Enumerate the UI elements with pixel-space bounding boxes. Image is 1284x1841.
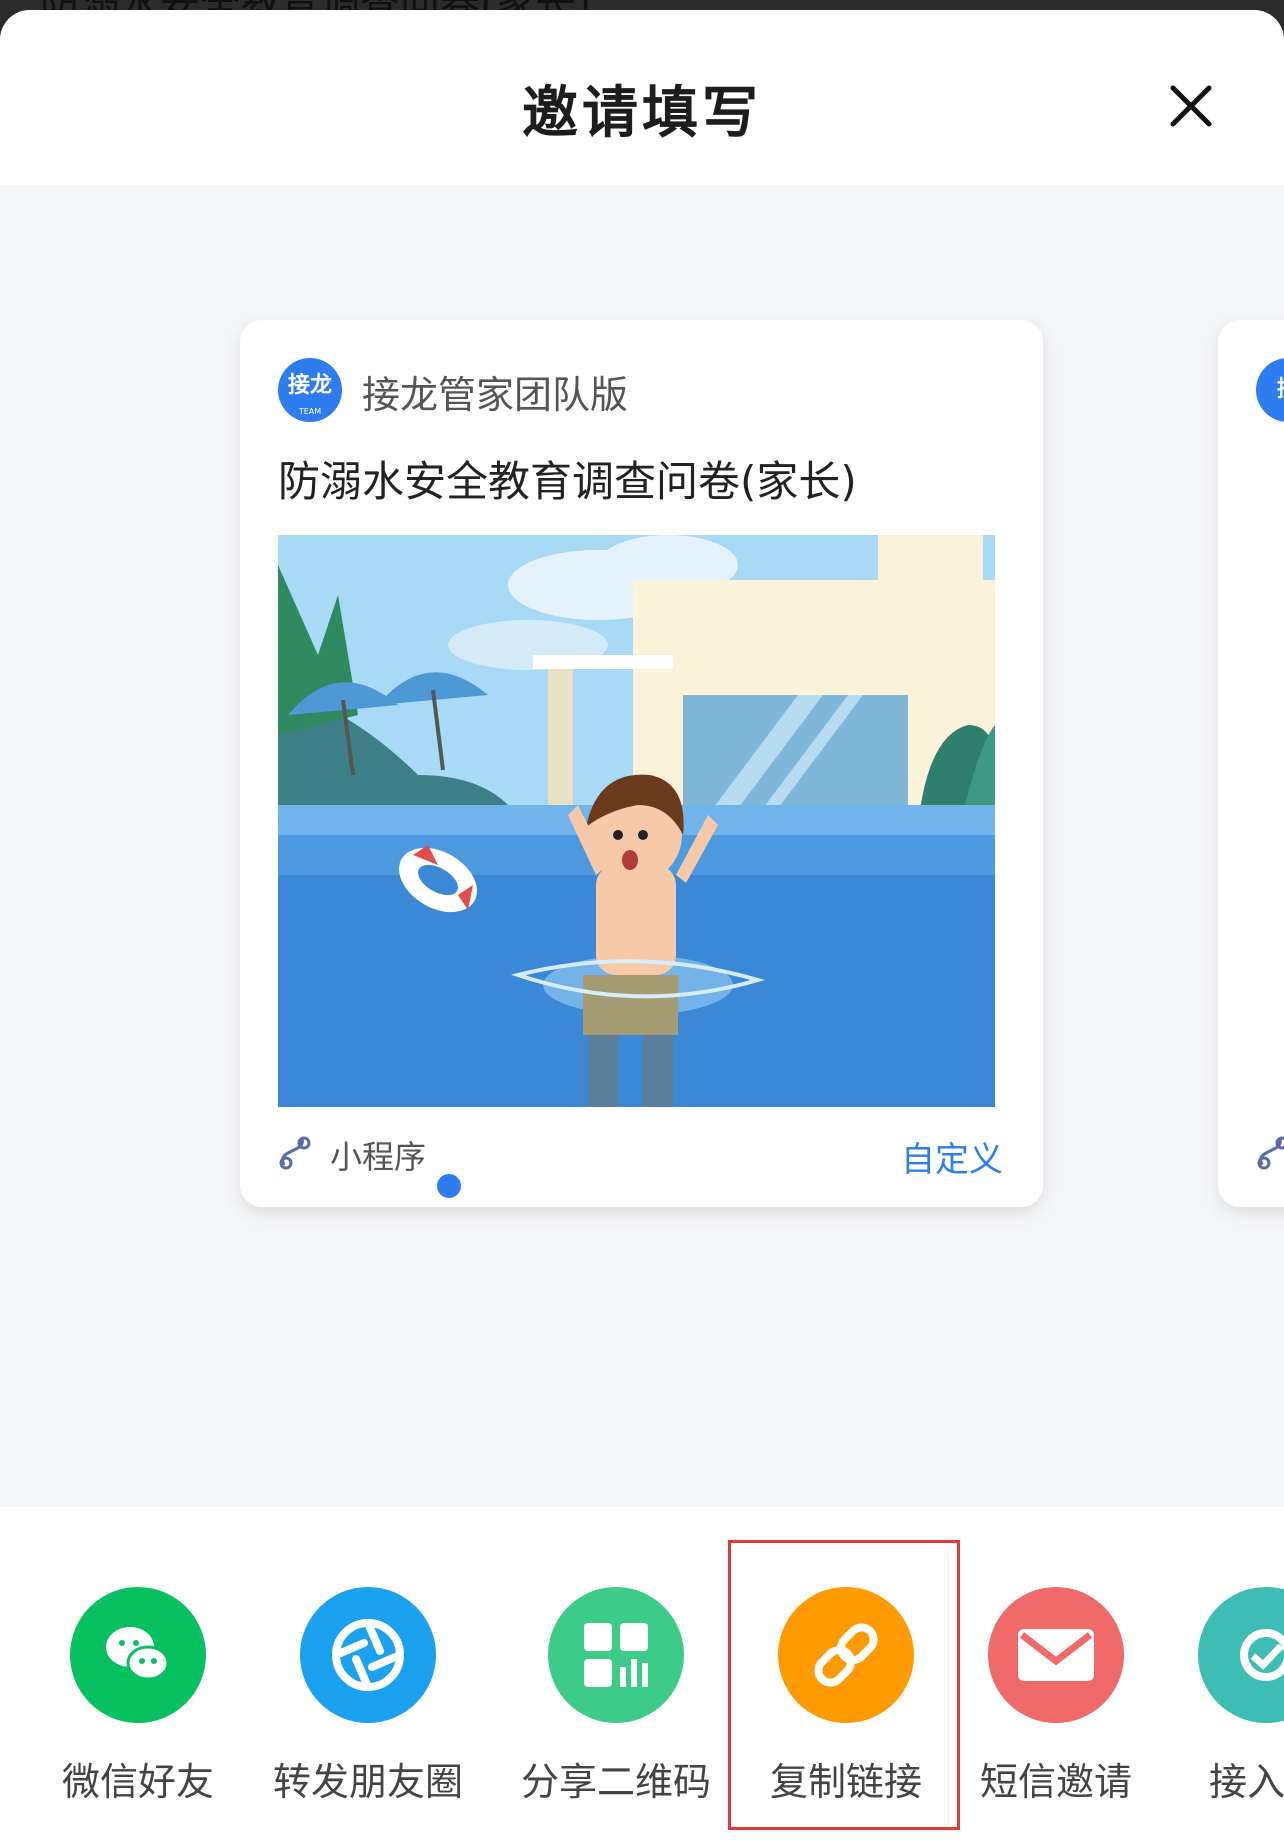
- mini-program-icon: [279, 1136, 311, 1170]
- connect-icon: [1198, 1587, 1284, 1723]
- app-logo: 接龙 TEAM: [278, 358, 342, 422]
- pagination-dot[interactable]: [725, 1174, 749, 1198]
- invite-sheet: 邀请填写 接龙 TEAM 接龙管家团队版 防溺水安全教育调查问卷(家长) 小程序…: [0, 10, 1284, 1841]
- sheet-title: 邀请填写: [522, 81, 762, 146]
- mini-program-icon: [1257, 1136, 1284, 1170]
- sheet-header: 邀请填写: [0, 10, 1284, 185]
- mini-program-label: 小程序: [330, 1138, 427, 1176]
- carousel-pagination: [0, 1174, 1284, 1204]
- pagination-dot[interactable]: [629, 1174, 653, 1198]
- share-label: 转发朋友圈: [272, 1760, 463, 1804]
- pagination-dot[interactable]: [821, 1174, 845, 1198]
- qrcode-icon: [548, 1587, 684, 1723]
- share-card-carousel[interactable]: 接龙 TEAM 接龙管家团队版 防溺水安全教育调查问卷(家长) 小程序 自定义: [0, 185, 1284, 1515]
- share-actions-bar: 微信好友 转发朋友圈 分享二维码 复制链接 短信邀请 接入: [0, 1507, 1284, 1841]
- pagination-dot[interactable]: [437, 1174, 461, 1198]
- share-qrcode-button[interactable]: 分享二维码: [516, 1587, 716, 1807]
- app-name: 接龙管家团队版: [362, 373, 629, 417]
- connect-official-account-button[interactable]: 接入公: [1166, 1587, 1284, 1807]
- card-title: 防溺水安全教育调查问卷(家长): [278, 457, 857, 506]
- pagination-dot[interactable]: [677, 1174, 701, 1198]
- pagination-dot[interactable]: [485, 1174, 509, 1198]
- moments-icon: [300, 1587, 436, 1723]
- mail-icon: [988, 1587, 1124, 1723]
- wechat-icon: [70, 1587, 206, 1723]
- close-icon: [1170, 85, 1212, 127]
- close-button[interactable]: [1155, 70, 1227, 142]
- pagination-dot[interactable]: [581, 1174, 605, 1198]
- share-label: 复制链接: [769, 1760, 922, 1804]
- share-label: 短信邀请: [979, 1760, 1132, 1804]
- app-logo: 接: [1256, 358, 1284, 422]
- share-moments-button[interactable]: 转发朋友圈: [268, 1587, 468, 1807]
- next-share-card[interactable]: 接: [1218, 320, 1284, 1207]
- sms-invite-button[interactable]: 短信邀请: [956, 1587, 1156, 1807]
- share-label: 接入公: [1208, 1760, 1284, 1804]
- pagination-dot[interactable]: [533, 1174, 557, 1198]
- pagination-dot[interactable]: [773, 1174, 797, 1198]
- share-label: 微信好友: [61, 1760, 214, 1804]
- drowning-child-illustration: [278, 535, 995, 1107]
- share-card[interactable]: 接龙 TEAM 接龙管家团队版 防溺水安全教育调查问卷(家长) 小程序 自定义: [240, 320, 1043, 1207]
- link-icon: [778, 1587, 914, 1723]
- share-wechat-friend-button[interactable]: 微信好友: [38, 1587, 238, 1807]
- share-label: 分享二维码: [520, 1760, 711, 1804]
- copy-link-button[interactable]: 复制链接: [746, 1587, 946, 1807]
